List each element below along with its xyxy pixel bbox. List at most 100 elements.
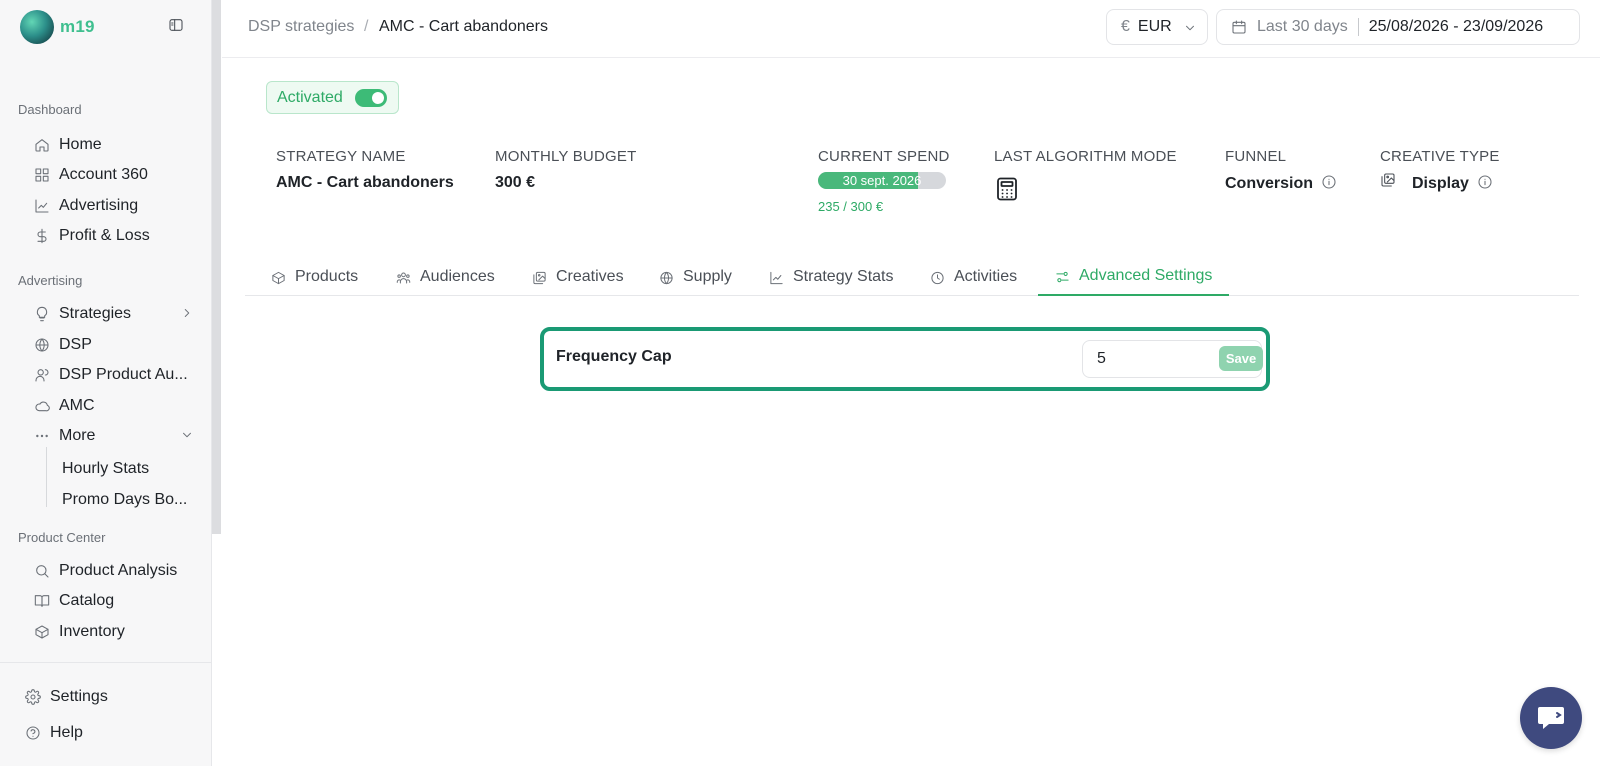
chart-icon: [770, 271, 783, 284]
currency-symbol: €: [1121, 18, 1130, 35]
cube-icon: [272, 271, 285, 284]
sidebar-item-label: Advertising: [59, 197, 139, 214]
chevron-down-icon[interactable]: [180, 428, 194, 442]
algorithm-mode-label: LAST ALGORITHM MODE: [994, 148, 1177, 165]
ellipsis-icon: [36, 434, 48, 438]
info-icon[interactable]: [1321, 174, 1337, 190]
creative-type-label: CREATIVE TYPE: [1380, 148, 1500, 165]
sidebar-subitem-hourly-stats[interactable]: Hourly Stats: [62, 455, 149, 483]
chevron-right-icon[interactable]: [180, 306, 194, 320]
tab-label: Strategy Stats: [793, 268, 894, 285]
sidebar: m19 Dashboard Home Account 360 Advertisi…: [0, 0, 212, 766]
tab-label: Audiences: [420, 268, 495, 285]
calculator-icon: [997, 177, 1017, 201]
sidebar-item-dsp[interactable]: DSP: [34, 331, 194, 359]
sidebar-item-catalog[interactable]: Catalog: [34, 587, 194, 615]
tab-advanced-settings[interactable]: Advanced Settings: [1038, 258, 1230, 296]
monthly-budget-value: 300 €: [495, 174, 536, 191]
sidebar-item-amc[interactable]: AMC: [34, 392, 194, 420]
spend-bar-date: 30 sept. 2026: [842, 173, 922, 188]
tab-activities[interactable]: Activities: [930, 258, 1017, 296]
search-icon: [36, 565, 49, 578]
sidebar-item-account-360[interactable]: Account 360: [34, 161, 194, 189]
chevron-down-icon: [1186, 25, 1194, 31]
sidebar-item-advertising[interactable]: Advertising: [34, 192, 194, 220]
sidebar-scrollbar[interactable]: [212, 0, 221, 534]
info-icon[interactable]: [1477, 174, 1493, 190]
sidebar-item-label: Home: [59, 136, 102, 153]
status-label: Activated: [277, 88, 343, 106]
gear-icon: [25, 689, 41, 705]
strategy-name-value: AMC - Cart abandoners: [276, 174, 454, 191]
calendar-icon: [1232, 20, 1246, 34]
sidebar-item-help[interactable]: Help: [25, 719, 83, 747]
monthly-budget-label: MONTHLY BUDGET: [495, 148, 637, 165]
funnel-label: FUNNEL: [1225, 148, 1287, 165]
tab-strategy-stats[interactable]: Strategy Stats: [769, 258, 894, 296]
tab-supply[interactable]: Supply: [659, 258, 732, 296]
sidebar-item-settings[interactable]: Settings: [25, 683, 108, 711]
brand-name: m19: [60, 17, 95, 36]
status-badge: Activated: [266, 81, 399, 114]
globe-icon: [660, 271, 673, 284]
sidebar-section-dashboard: Dashboard: [18, 102, 82, 117]
sidebar-item-label: DSP Product Au...: [59, 366, 188, 383]
sidebar-item-dsp-product-audiences[interactable]: DSP Product Au...: [34, 361, 194, 389]
chat-support-button[interactable]: [1520, 687, 1582, 749]
sidebar-item-label: Inventory: [59, 623, 125, 640]
sidebar-collapse-icon[interactable]: [168, 17, 184, 33]
sidebar-item-more[interactable]: More: [34, 422, 194, 450]
save-button[interactable]: Save: [1219, 346, 1263, 371]
breadcrumb-separator: /: [364, 18, 369, 35]
tab-audiences[interactable]: Audiences: [396, 258, 495, 296]
brand-logo[interactable]: m19: [20, 10, 95, 44]
sidebar-item-profit-loss[interactable]: Profit & Loss: [34, 222, 194, 250]
tab-label: Supply: [683, 268, 732, 285]
top-bar: DSP strategies / AMC - Cart abandoners €…: [222, 0, 1600, 58]
sidebar-item-label: Settings: [50, 688, 108, 705]
book-icon: [34, 595, 50, 607]
sliders-icon: [1056, 271, 1069, 282]
lightbulb-icon: [36, 306, 48, 322]
sidebar-divider: [0, 662, 212, 663]
funnel-value-wrap: Conversion: [1225, 174, 1337, 193]
grid-icon: [35, 168, 49, 182]
logo-mark: [20, 10, 54, 44]
tab-products[interactable]: Products: [271, 258, 358, 296]
sidebar-item-product-analysis[interactable]: Product Analysis: [34, 557, 194, 585]
sidebar-item-label: Catalog: [59, 592, 115, 609]
sidebar-section-product-center: Product Center: [18, 530, 106, 545]
creative-value-wrap: Display: [1412, 174, 1493, 193]
sidebar-item-label: DSP: [59, 336, 92, 353]
activation-toggle[interactable]: [354, 88, 387, 107]
chat-icon: [1538, 707, 1564, 729]
breadcrumb-parent[interactable]: DSP strategies: [248, 18, 354, 36]
chart-icon: [35, 199, 49, 213]
strategy-name-label: STRATEGY NAME: [276, 148, 406, 165]
sidebar-section-advertising: Advertising: [18, 273, 83, 288]
sidebar-item-label: AMC: [59, 397, 95, 414]
submenu-guide: [46, 447, 47, 507]
frequency-cap-label: Frequency Cap: [556, 348, 672, 365]
currency-select[interactable]: € EUR: [1106, 9, 1208, 45]
sidebar-subitem-promo-days[interactable]: Promo Days Bo...: [62, 486, 187, 514]
sidebar-item-home[interactable]: Home: [34, 131, 194, 159]
sidebar-item-inventory[interactable]: Inventory: [34, 618, 194, 646]
users-icon: [35, 369, 49, 382]
current-spend-value: 235 / 300 €: [818, 199, 884, 214]
sidebar-item-label: Account 360: [59, 166, 148, 183]
breadcrumb-current: AMC - Cart abandoners: [379, 18, 548, 35]
globe-icon: [35, 338, 49, 352]
date-range-value: 25/08/2026 - 23/09/2026: [1368, 18, 1544, 35]
sidebar-item-strategies[interactable]: Strategies: [34, 300, 194, 328]
tab-creatives[interactable]: Creatives: [532, 258, 624, 296]
date-preset: Last 30 days: [1257, 18, 1348, 35]
sidebar-item-label: More: [59, 427, 96, 444]
tab-label: Products: [295, 268, 359, 285]
spend-progress-bar: 30 sept. 2026: [818, 172, 946, 189]
clock-icon: [931, 271, 944, 284]
tab-label: Activities: [954, 268, 1018, 285]
date-range-picker[interactable]: Last 30 days 25/08/2026 - 23/09/2026: [1216, 9, 1580, 45]
dollar-icon: [37, 228, 47, 244]
strategy-tabs: Products Audiences Creatives Supply Stra…: [245, 258, 1579, 296]
